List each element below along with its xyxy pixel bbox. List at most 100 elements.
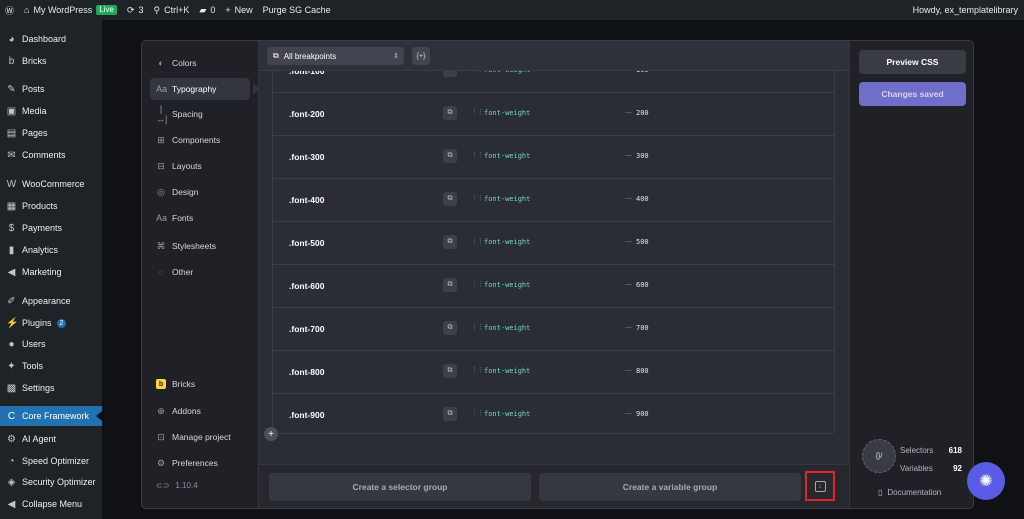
- nav-item-fonts[interactable]: Aa Fonts: [150, 207, 250, 229]
- sidebar-item-plugins[interactable]: ⚡ Plugins 2: [0, 313, 102, 333]
- sidebar-item-marketing[interactable]: ◀ Marketing: [0, 262, 102, 282]
- property-value[interactable]: 500: [636, 238, 649, 246]
- drag-handle-icon[interactable]: ⋮⋮: [471, 151, 484, 159]
- nav-item-bricks[interactable]: b Bricks: [150, 373, 250, 395]
- selector-name[interactable]: .font-600: [289, 281, 324, 291]
- copy-icon[interactable]: ⧉: [443, 71, 457, 77]
- copy-icon[interactable]: ⧉: [443, 364, 457, 378]
- purge-cache-link[interactable]: Purge SG Cache: [258, 0, 336, 20]
- sidebar-item-dashboard[interactable]: ◕ Dashboard: [0, 29, 102, 49]
- property-name[interactable]: font-weight: [484, 281, 530, 289]
- sidebar-item-analytics[interactable]: ▮ Analytics: [0, 240, 102, 260]
- drag-handle-icon[interactable]: ⋮⋮: [471, 409, 484, 417]
- sidebar-item-settings[interactable]: ▩ Settings: [0, 378, 102, 398]
- property-value[interactable]: 200: [636, 109, 649, 117]
- nav-item-design[interactable]: ◎ Design: [150, 181, 250, 203]
- property-value[interactable]: 600: [636, 281, 649, 289]
- table-row[interactable]: .font-300 ⧉ ⋮⋮ font-weight — 300: [273, 136, 834, 179]
- selector-name[interactable]: .font-200: [289, 109, 324, 119]
- account-link[interactable]: Howdy, ex_templatelibrary: [908, 0, 1024, 20]
- sidebar-item-media[interactable]: ▣ Media: [0, 101, 102, 121]
- drag-handle-icon[interactable]: ⋮⋮: [471, 71, 484, 73]
- property-name[interactable]: font-weight: [484, 367, 530, 375]
- nav-item-other[interactable]: ◌ Other: [150, 261, 250, 283]
- sidebar-item-speed-optimizer[interactable]: ◔ Speed Optimizer: [0, 451, 102, 471]
- property-value[interactable]: 700: [636, 324, 649, 332]
- sidebar-item-bricks[interactable]: b Bricks: [0, 51, 102, 71]
- copy-icon[interactable]: ⧉: [443, 278, 457, 292]
- sidebar-item-posts[interactable]: ✎ Posts: [0, 79, 102, 99]
- updates-link[interactable]: ⟳ 3: [122, 0, 149, 20]
- property-name[interactable]: font-weight: [484, 324, 530, 332]
- table-row[interactable]: .font-900 ⧉ ⋮⋮ font-weight — 900: [273, 394, 834, 433]
- add-breakpoint-button[interactable]: {+}: [412, 47, 430, 65]
- nav-item-typography[interactable]: Aa Typography: [150, 78, 259, 100]
- comments-link[interactable]: ▰ 0: [194, 0, 220, 20]
- property-name[interactable]: font-weight: [484, 238, 530, 246]
- table-row[interactable]: .font-700 ⧉ ⋮⋮ font-weight — 700: [273, 308, 834, 351]
- property-value[interactable]: 400: [636, 195, 649, 203]
- copy-icon[interactable]: ⧉: [443, 235, 457, 249]
- selector-name[interactable]: .font-800: [289, 367, 324, 377]
- selector-name[interactable]: .font-400: [289, 195, 324, 205]
- nav-item-preferences[interactable]: ⚙ Preferences: [150, 452, 250, 474]
- copy-icon[interactable]: ⧉: [443, 106, 457, 120]
- drag-handle-icon[interactable]: ⋮⋮: [471, 237, 484, 245]
- drag-handle-icon[interactable]: ⋮⋮: [471, 323, 484, 331]
- sidebar-item-security-optimizer[interactable]: ◈ Security Optimizer: [0, 472, 102, 492]
- breakpoints-select[interactable]: ⧉ All breakpoints ⇕: [267, 47, 404, 65]
- copy-icon[interactable]: ⧉: [443, 149, 457, 163]
- copy-icon[interactable]: ⧉: [443, 407, 457, 421]
- selector-name[interactable]: .font-300: [289, 152, 324, 162]
- table-row[interactable]: .font-600 ⧉ ⋮⋮ font-weight — 600: [273, 265, 834, 308]
- table-row[interactable]: .font-200 ⧉ ⋮⋮ font-weight — 200: [273, 93, 834, 136]
- wp-logo-button[interactable]: Ⓦ: [0, 0, 19, 20]
- drag-handle-icon[interactable]: ⋮⋮: [471, 366, 484, 374]
- site-name-link[interactable]: ⌂ My WordPress Live: [19, 0, 122, 20]
- sidebar-item-collapse-menu[interactable]: ◀ Collapse Menu: [0, 494, 102, 514]
- property-name[interactable]: font-weight: [484, 195, 530, 203]
- selector-name[interactable]: .font-100: [289, 71, 324, 76]
- documentation-link[interactable]: ▯ Documentation: [878, 488, 941, 497]
- table-row[interactable]: .font-100 ⧉ ⋮⋮font-weight — 100: [273, 71, 834, 93]
- property-name[interactable]: font-weight: [484, 71, 530, 74]
- import-button[interactable]: ↓: [805, 471, 835, 501]
- table-row[interactable]: .font-400 ⧉ ⋮⋮ font-weight — 400: [273, 179, 834, 222]
- property-name[interactable]: font-weight: [484, 152, 530, 160]
- table-row[interactable]: .font-800 ⧉ ⋮⋮ font-weight — 800: [273, 351, 834, 394]
- add-row-button[interactable]: +: [264, 427, 278, 441]
- nav-item-manage-project[interactable]: ⊡ Manage project: [150, 426, 250, 448]
- selector-name[interactable]: .font-900: [289, 410, 324, 420]
- create-variable-group-button[interactable]: Create a variable group: [539, 473, 801, 501]
- assistant-button[interactable]: ✺: [967, 462, 1005, 500]
- sidebar-item-core-framework[interactable]: C Core Framework: [0, 406, 102, 426]
- table-row[interactable]: .font-500 ⧉ ⋮⋮ font-weight — 500: [273, 222, 834, 265]
- nav-item-spacing[interactable]: |↔| Spacing: [150, 103, 250, 125]
- property-value[interactable]: 900: [636, 410, 649, 418]
- property-name[interactable]: font-weight: [484, 410, 530, 418]
- drag-handle-icon[interactable]: ⋮⋮: [471, 194, 484, 202]
- command-palette-link[interactable]: ⚲ Ctrl+K: [149, 0, 195, 20]
- nav-item-addons[interactable]: ⊕ Addons: [150, 400, 250, 422]
- sidebar-item-tools[interactable]: ✦ Tools: [0, 356, 102, 376]
- copy-icon[interactable]: ⧉: [443, 321, 457, 335]
- selector-name[interactable]: .font-500: [289, 238, 324, 248]
- nav-item-layouts[interactable]: ⊟ Layouts: [150, 155, 250, 177]
- new-content-link[interactable]: + New: [220, 0, 257, 20]
- property-value[interactable]: 800: [636, 367, 649, 375]
- property-name[interactable]: font-weight: [484, 109, 530, 117]
- nav-item-components[interactable]: ⊞ Components: [150, 129, 250, 151]
- nav-item-stylesheets[interactable]: ⌘ Stylesheets: [150, 235, 250, 257]
- drag-handle-icon[interactable]: ⋮⋮: [471, 280, 484, 288]
- create-selector-group-button[interactable]: Create a selector group: [269, 473, 531, 501]
- selector-name[interactable]: .font-700: [289, 324, 324, 334]
- nav-item-colors[interactable]: ◐ Colors: [150, 52, 250, 74]
- drag-handle-icon[interactable]: ⋮⋮: [471, 108, 484, 116]
- sidebar-item-appearance[interactable]: ✐ Appearance: [0, 291, 102, 311]
- sidebar-item-comments[interactable]: ✉ Comments: [0, 145, 102, 165]
- sidebar-item-woocommerce[interactable]: W WooCommerce: [0, 174, 102, 194]
- sidebar-item-users[interactable]: ● Users: [0, 334, 102, 354]
- save-changes-button[interactable]: Changes saved: [859, 82, 966, 106]
- preview-css-button[interactable]: Preview CSS: [859, 50, 966, 74]
- sidebar-item-ai-agent[interactable]: ⚙ AI Agent: [0, 429, 102, 449]
